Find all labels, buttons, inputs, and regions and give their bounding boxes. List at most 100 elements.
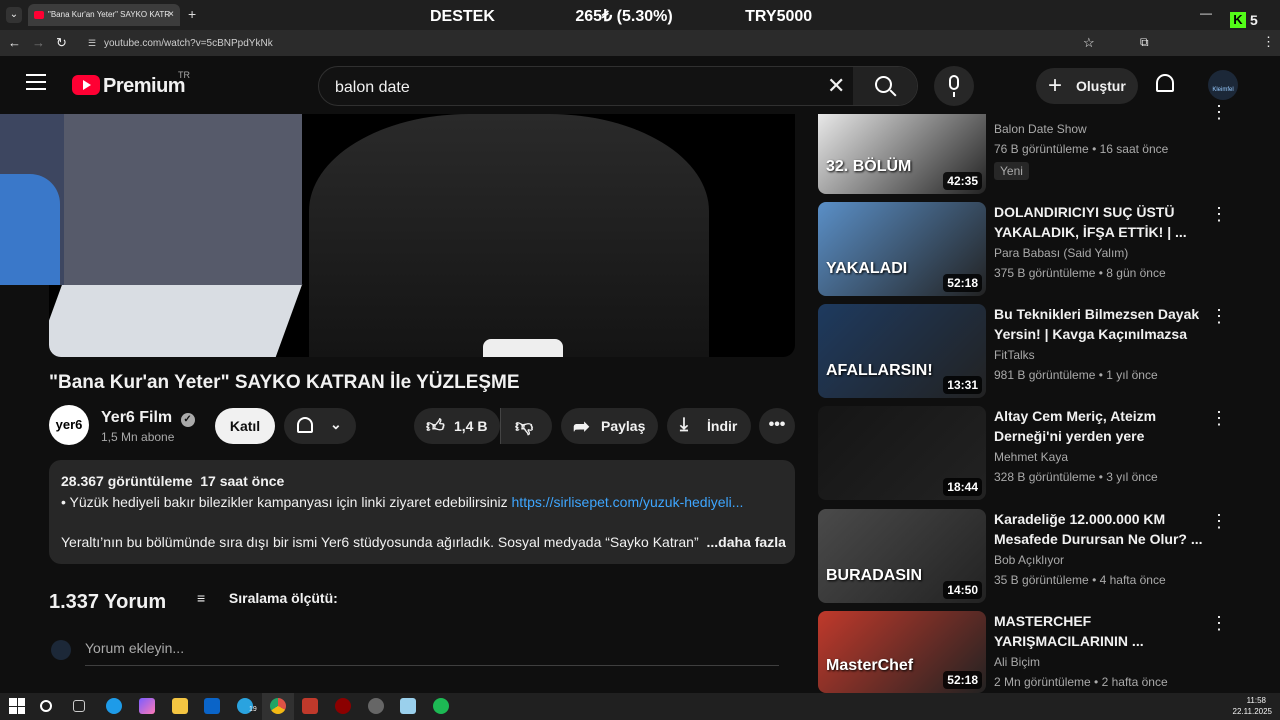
- clock-date[interactable]: 22.11.2025: [1233, 707, 1272, 716]
- windows-start-icon[interactable]: [9, 698, 25, 714]
- telegram-badge: 19: [249, 706, 257, 713]
- clear-search-icon[interactable]: ✕: [827, 73, 845, 99]
- hamburger-menu-icon[interactable]: [26, 74, 46, 90]
- recommendation-thumbnail[interactable]: AFALLARSIN! 13:31: [818, 304, 986, 398]
- thumbs-up-icon: 👍︎: [426, 416, 445, 436]
- kick-logo: K: [1230, 12, 1246, 28]
- back-icon[interactable]: ←: [8, 35, 21, 50]
- file-explorer-icon[interactable]: [172, 698, 188, 714]
- create-label: Oluştur: [1076, 78, 1126, 94]
- outlook-icon[interactable]: [204, 698, 220, 714]
- recommendation-title[interactable]: MASTERCHEF YARIŞMACILARININ ...: [994, 611, 1204, 651]
- sort-icon: ≡: [197, 590, 206, 606]
- recommendation-channel[interactable]: Mehmet Kaya: [994, 450, 1068, 464]
- more-options-icon[interactable]: ⋮: [1210, 511, 1228, 532]
- more-options-icon[interactable]: ⋮: [1210, 204, 1228, 225]
- app-red-icon[interactable]: [335, 698, 351, 714]
- share-button[interactable]: ➦ Paylaş: [561, 408, 658, 444]
- account-avatar[interactable]: Kleimfel: [1208, 70, 1238, 100]
- plus-icon: +: [1048, 72, 1063, 99]
- duration-badge: 52:18: [943, 671, 982, 689]
- share-icon: ➦: [573, 416, 590, 438]
- youtube-header: Premium TR balon date ✕ + Oluştur Kleimf…: [0, 56, 1280, 114]
- recommendation-meta: 328 B görüntüleme • 3 yıl önce: [994, 470, 1158, 484]
- close-tab-icon[interactable]: ×: [168, 9, 174, 20]
- recommendation-item[interactable]: 18:44 Altay Cem Meriç, Ateizm Derneği'ni…: [818, 406, 1238, 502]
- search-button[interactable]: [853, 67, 917, 105]
- url-field[interactable]: ☰ youtube.com/watch?v=5cBNPpdYkNk: [84, 33, 1184, 53]
- show-more-link[interactable]: ...daha fazla: [707, 534, 786, 550]
- search-box[interactable]: balon date ✕: [318, 66, 918, 106]
- recommendation-item[interactable]: BURADASIN 14:50 Karadeliğe 12.000.000 KM…: [818, 509, 1238, 605]
- recommendation-thumbnail[interactable]: BURADASIN 14:50: [818, 509, 986, 603]
- more-options-icon[interactable]: ⋮: [1210, 408, 1228, 429]
- recommendation-title[interactable]: Bu Teknikleri Bilmezsen Dayak Yersin! | …: [994, 304, 1204, 344]
- recommendation-thumbnail[interactable]: YAKALADI 52:18: [818, 202, 986, 296]
- create-button[interactable]: + Oluştur: [1036, 68, 1138, 104]
- more-options-icon[interactable]: ⋮: [1210, 613, 1228, 634]
- menu-dots-icon[interactable]: ⋮: [1262, 34, 1275, 50]
- voice-search-button[interactable]: [934, 66, 974, 106]
- more-options-icon[interactable]: ⋮: [1210, 102, 1228, 123]
- recommendation-channel[interactable]: Para Babası (Said Yalım): [994, 246, 1128, 260]
- more-options-icon[interactable]: ⋮: [1210, 306, 1228, 327]
- recommendation-channel[interactable]: Balon Date Show: [994, 122, 1087, 136]
- clock-time[interactable]: 11:58: [1247, 696, 1266, 705]
- channel-name[interactable]: Yer6 Film ✓: [101, 409, 195, 427]
- comment-count: 1.337 Yorum: [49, 591, 167, 613]
- reload-icon[interactable]: ↻: [56, 35, 67, 51]
- recommendation-title[interactable]: DOLANDIRICIYI SUÇ ÜSTÜ YAKALADIK, İFŞA E…: [994, 202, 1204, 242]
- description-link[interactable]: https://sirlisepet.com/yuzuk-hediyeli...: [512, 494, 744, 510]
- dislike-button[interactable]: 👎︎: [500, 408, 552, 444]
- description-box[interactable]: 28.367 görüntüleme 17 saat önce • Yüzük …: [49, 460, 795, 564]
- thumbnail-text: 32. BÖLÜM: [826, 158, 912, 175]
- recommendation-thumbnail[interactable]: MasterChef 52:18: [818, 611, 986, 693]
- app-window-icon[interactable]: [400, 698, 416, 714]
- duration-badge: 42:35: [943, 172, 982, 190]
- browser-tab[interactable]: "Bana Kur'an Yeter" SAYKO KATR ×: [28, 4, 180, 26]
- more-dots-icon: •••: [768, 416, 786, 433]
- browser-tab-bar: ⌄ "Bana Kur'an Yeter" SAYKO KATR × + DES…: [0, 0, 1280, 30]
- copilot-icon[interactable]: [139, 698, 155, 714]
- like-button[interactable]: 👍︎ 1,4 B: [414, 408, 500, 444]
- webcam-overlay: [0, 114, 302, 285]
- recommendation-meta: 981 B görüntüleme • 1 yıl önce: [994, 368, 1158, 382]
- join-button[interactable]: Katıl: [215, 408, 275, 444]
- recommendation-thumbnail[interactable]: 18:44: [818, 406, 986, 500]
- recommendation-title[interactable]: Karadeliğe 12.000.000 KM Mesafede Dururs…: [994, 509, 1204, 549]
- extensions-icon[interactable]: ⧉: [1140, 35, 1149, 50]
- recommendation-item[interactable]: YAKALADI 52:18 DOLANDIRICIYI SUÇ ÜSTÜ YA…: [818, 202, 1238, 298]
- recommendation-thumbnail[interactable]: 32. BÖLÜM 42:35: [818, 114, 986, 194]
- app-globe-icon[interactable]: [368, 698, 384, 714]
- new-tab-button[interactable]: +: [188, 6, 196, 22]
- recommendation-channel[interactable]: Bob Açıklıyor: [994, 553, 1064, 567]
- streaming-app-icon[interactable]: [302, 698, 318, 714]
- bookmark-star-icon[interactable]: ☆: [1083, 35, 1095, 51]
- task-view-icon[interactable]: [73, 700, 85, 712]
- spotify-icon[interactable]: [433, 698, 449, 714]
- comment-input[interactable]: Yorum ekleyin...: [85, 640, 779, 666]
- sort-button[interactable]: ≡ Sıralama ölçütü:: [197, 590, 338, 606]
- download-button[interactable]: ⤓ İndir: [667, 408, 751, 444]
- recommendation-item[interactable]: 32. BÖLÜM 42:35 Balon Date Show 76 B gör…: [818, 102, 1238, 210]
- region-code: TR: [178, 70, 190, 80]
- recommendation-title[interactable]: Altay Cem Meriç, Ateizm Derneği'ni yerde…: [994, 406, 1204, 446]
- recommendation-channel[interactable]: FitTalks: [994, 348, 1035, 362]
- site-info-icon[interactable]: ☰: [88, 38, 96, 49]
- taskbar-search-icon[interactable]: [40, 700, 52, 712]
- forward-icon[interactable]: →: [32, 35, 45, 50]
- youtube-favicon-icon: [34, 11, 44, 19]
- tab-search-button[interactable]: ⌄: [6, 7, 22, 23]
- notifications-bell-icon[interactable]: [1156, 74, 1174, 92]
- search-input[interactable]: balon date: [335, 79, 410, 97]
- recommendation-item[interactable]: AFALLARSIN! 13:31 Bu Teknikleri Bilmezse…: [818, 304, 1238, 400]
- minimize-button[interactable]: —: [1200, 6, 1212, 20]
- channel-avatar[interactable]: yer6: [49, 405, 89, 445]
- recommendation-channel[interactable]: Ali Biçim: [994, 655, 1040, 669]
- more-actions-button[interactable]: •••: [759, 408, 795, 444]
- edge-icon[interactable]: [106, 698, 122, 714]
- subscription-bell-button[interactable]: ⌄: [284, 408, 356, 444]
- chevron-down-icon: ⌄: [330, 416, 342, 432]
- thumbs-down-icon: 👎︎: [515, 416, 534, 436]
- windows-taskbar: 19 11:58 22.11.2025: [0, 693, 1280, 720]
